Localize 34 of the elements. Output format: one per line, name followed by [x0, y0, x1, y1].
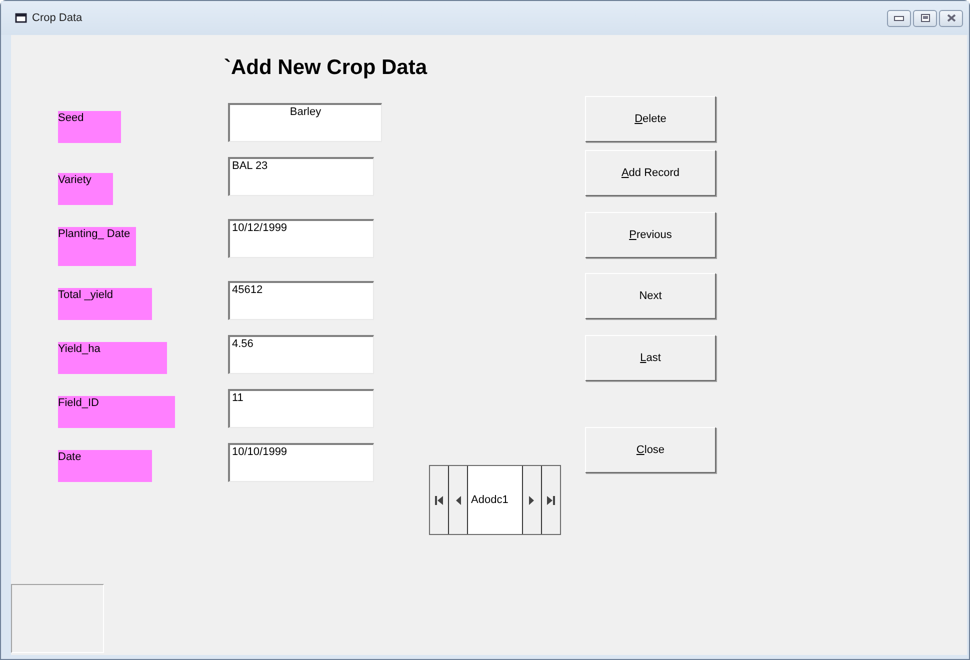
bar-left-triangle-icon — [435, 496, 443, 504]
text-field[interactable]: 10/10/1999 — [228, 443, 374, 482]
field-label: Variety — [58, 173, 113, 205]
left-triangle-icon — [454, 496, 462, 504]
data-control-caption: Adodc1 — [468, 466, 522, 534]
window-title: Crop Data — [32, 10, 82, 26]
text-field[interactable]: BAL 23 — [228, 157, 374, 196]
field-label: Yield_ha — [58, 342, 167, 374]
app-window-icon — [15, 12, 27, 24]
minimize-icon — [894, 16, 904, 20]
maximize-icon — [920, 14, 930, 22]
field-label: Date — [58, 450, 152, 482]
text-field[interactable]: 4.56 — [228, 335, 374, 374]
maximize-button[interactable] — [913, 10, 937, 26]
minimize-button[interactable] — [887, 10, 911, 26]
right-triangle-icon — [528, 496, 536, 504]
text-field[interactable]: 45612 — [228, 281, 374, 320]
command-button[interactable]: Previous — [585, 212, 716, 258]
text-field[interactable]: Barley — [228, 103, 382, 142]
command-button[interactable]: Delete — [585, 96, 716, 142]
triangle-bar-right-icon — [547, 496, 555, 504]
field-label: Planting_ Date — [58, 227, 136, 266]
command-button[interactable]: Add Record — [585, 150, 716, 196]
text-field[interactable]: 11 — [228, 389, 374, 428]
close-icon — [946, 14, 956, 22]
command-button[interactable]: Next — [585, 273, 716, 319]
command-button[interactable]: Last — [585, 335, 716, 381]
field-label: Field_ID — [58, 396, 175, 428]
close-button[interactable] — [939, 10, 963, 26]
text-field[interactable]: 10/12/1999 — [228, 219, 374, 258]
command-button[interactable]: Close — [585, 427, 716, 473]
field-label: Seed — [58, 111, 121, 143]
field-label: Total _yield — [58, 288, 152, 320]
form-heading: `Add New Crop Data — [224, 55, 428, 81]
